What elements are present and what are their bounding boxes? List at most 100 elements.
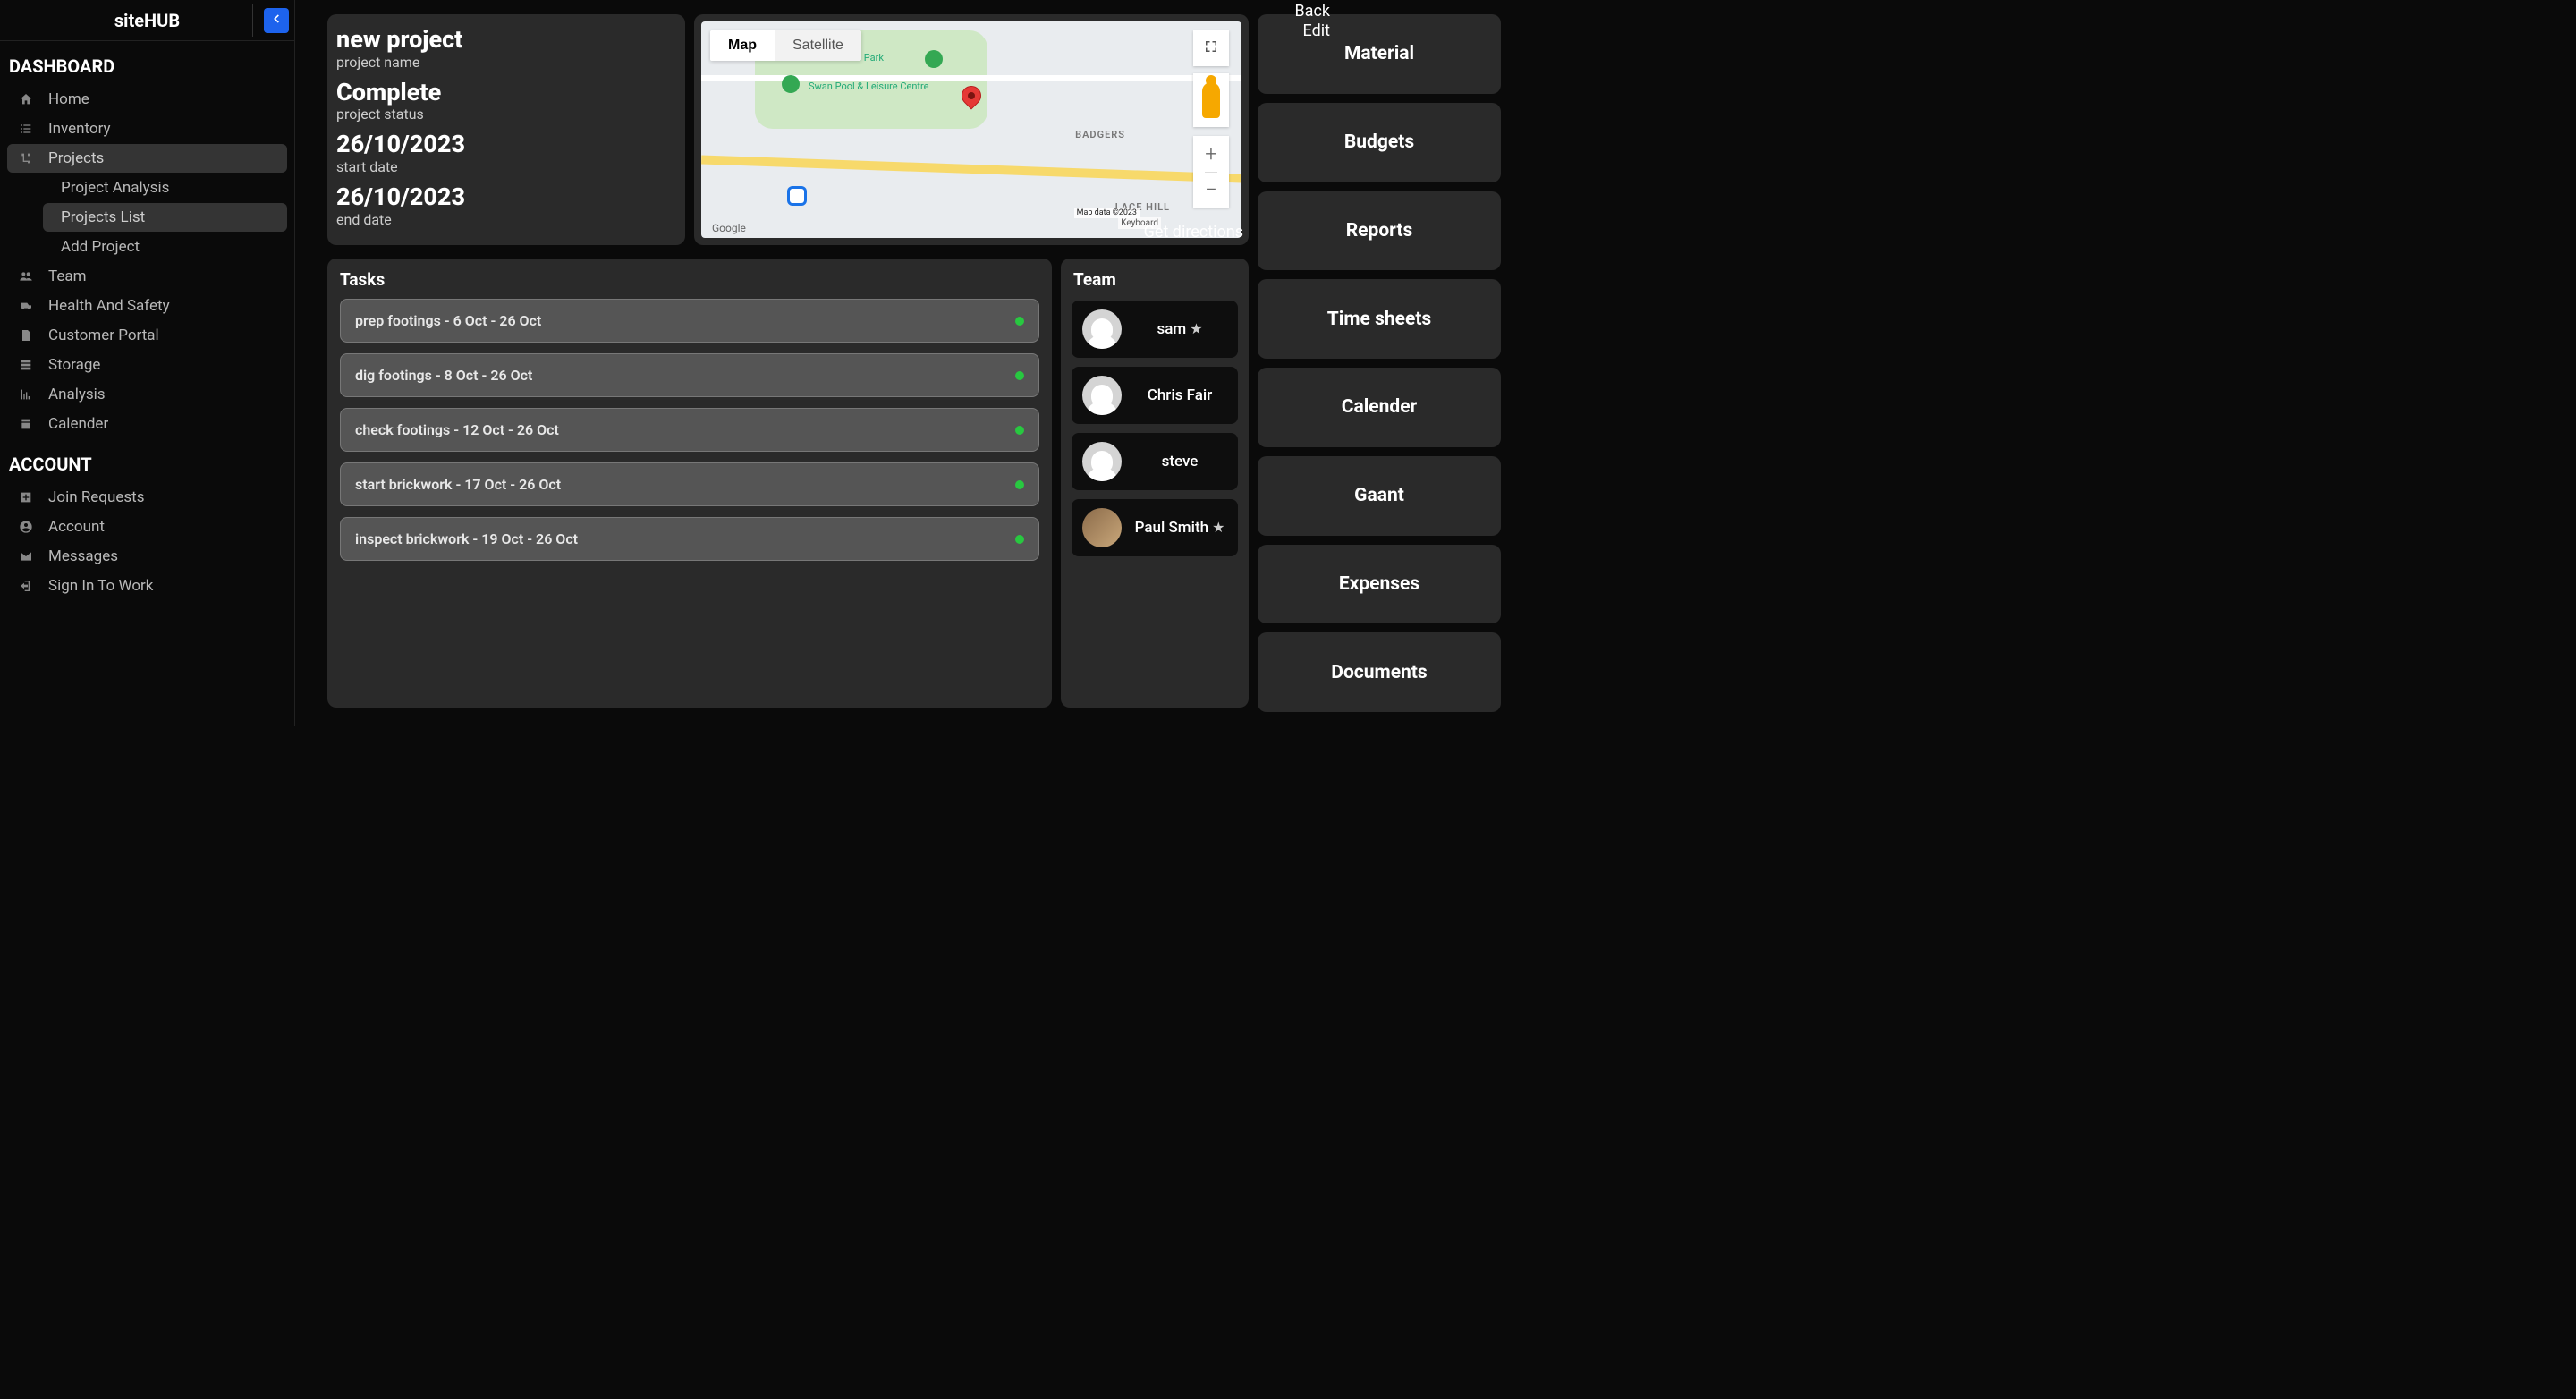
- map-zoom-out[interactable]: −: [1205, 173, 1217, 208]
- nav-label: Sign In To Work: [48, 577, 153, 595]
- budgets-button[interactable]: Budgets: [1258, 103, 1501, 182]
- avatar: [1082, 309, 1122, 349]
- team-member-row[interactable]: Paul Smith★: [1072, 499, 1238, 556]
- sidebar: siteHUB DASHBOARD Home Inventory Project…: [0, 0, 295, 726]
- fullscreen-icon: [1203, 38, 1219, 58]
- store-marker-icon: [787, 186, 807, 206]
- map-streetview-button[interactable]: [1193, 73, 1229, 127]
- map-type-switch: Map Satellite: [710, 30, 861, 61]
- task-list: prep footings - 6 Oct - 26 Oct dig footi…: [335, 299, 1045, 561]
- team-member-name: Paul Smith★: [1132, 519, 1227, 537]
- status-dot-icon: [1015, 426, 1024, 435]
- nav-team[interactable]: Team: [7, 262, 287, 291]
- calendar-icon: [16, 416, 36, 432]
- get-directions-link[interactable]: Get directions: [1144, 223, 1243, 242]
- branch-icon: [16, 150, 36, 166]
- nav-messages[interactable]: Messages: [7, 542, 287, 571]
- nav-inventory[interactable]: Inventory: [7, 114, 287, 143]
- map-canvas[interactable]: BADGERS LACE HILL Bourton Park Swan Pool…: [701, 21, 1241, 238]
- nav-analysis[interactable]: Analysis: [7, 380, 287, 409]
- dashboard-nav: Home Inventory Projects: [0, 85, 294, 173]
- home-icon: [16, 91, 36, 107]
- nav-label: Messages: [48, 547, 118, 565]
- nav-storage[interactable]: Storage: [7, 351, 287, 379]
- nav-label: Add Project: [61, 238, 140, 256]
- task-label: check footings - 12 Oct - 26 Oct: [355, 421, 559, 438]
- sidebar-header: siteHUB: [0, 0, 294, 41]
- timesheets-button[interactable]: Time sheets: [1258, 279, 1501, 359]
- nav-label: Analysis: [48, 386, 106, 403]
- task-row[interactable]: check footings - 12 Oct - 26 Oct: [340, 408, 1039, 452]
- task-row[interactable]: inspect brickwork - 19 Oct - 26 Oct: [340, 517, 1039, 561]
- nav-sign-in-to-work[interactable]: Sign In To Work: [7, 572, 287, 600]
- nav-label: Projects List: [61, 208, 145, 226]
- user-silhouette-icon: [1091, 385, 1113, 406]
- nav-calender[interactable]: Calender: [7, 410, 287, 438]
- map-zoom-control: + −: [1193, 136, 1229, 208]
- status-dot-icon: [1015, 535, 1024, 544]
- documents-button[interactable]: Documents: [1258, 632, 1501, 712]
- expenses-button[interactable]: Expenses: [1258, 545, 1501, 624]
- section-account-title: ACCOUNT: [0, 439, 294, 482]
- document-icon: [16, 327, 36, 343]
- task-row[interactable]: start brickwork - 17 Oct - 26 Oct: [340, 462, 1039, 506]
- reports-button[interactable]: Reports: [1258, 191, 1501, 271]
- project-start-date: 26/10/2023: [336, 131, 674, 158]
- nav-projects[interactable]: Projects: [7, 144, 287, 173]
- divider: [252, 4, 253, 37]
- calender-button[interactable]: Calender: [1258, 368, 1501, 447]
- nav-label: Team: [48, 267, 87, 285]
- top-actions: Back Edit: [1294, 2, 1330, 40]
- task-label: prep footings - 6 Oct - 26 Oct: [355, 312, 541, 329]
- map-type-satellite[interactable]: Satellite: [775, 30, 861, 61]
- list-icon: [16, 121, 36, 137]
- nav-health-safety[interactable]: Health And Safety: [7, 292, 287, 320]
- task-row[interactable]: dig footings - 8 Oct - 26 Oct: [340, 353, 1039, 397]
- dashboard-nav-2: Team Health And Safety Customer Portal S…: [0, 262, 294, 438]
- park-marker-icon: [925, 50, 943, 68]
- nav-label: Join Requests: [48, 488, 144, 506]
- project-info-card: new project project name Complete projec…: [327, 14, 685, 245]
- park-marker-icon: [782, 75, 800, 93]
- user-circle-icon: [16, 519, 36, 535]
- map-zoom-in[interactable]: +: [1205, 136, 1217, 173]
- nav-home[interactable]: Home: [7, 85, 287, 114]
- nav-join-requests[interactable]: Join Requests: [7, 483, 287, 512]
- team-member-row[interactable]: Chris Fair: [1072, 367, 1238, 424]
- team-list: sam★ Chris Fair steve Paul Smith★: [1068, 299, 1241, 558]
- nav-label: Project Analysis: [61, 179, 169, 197]
- section-dashboard-title: DASHBOARD: [0, 41, 294, 84]
- team-member-row[interactable]: sam★: [1072, 301, 1238, 358]
- map-google-logo: Google: [712, 222, 746, 234]
- gaant-button[interactable]: Gaant: [1258, 456, 1501, 536]
- project-status: Complete: [336, 80, 674, 106]
- collapse-sidebar-button[interactable]: [264, 8, 289, 33]
- nav-add-project[interactable]: Add Project: [43, 233, 287, 261]
- map-card: BADGERS LACE HILL Bourton Park Swan Pool…: [694, 14, 1249, 245]
- team-member-row[interactable]: steve: [1072, 433, 1238, 490]
- nav-customer-portal[interactable]: Customer Portal: [7, 321, 287, 350]
- nav-account[interactable]: Account: [7, 513, 287, 541]
- edit-link[interactable]: Edit: [1294, 21, 1330, 41]
- map-poi-label: Swan Pool & Leisure Centre: [809, 81, 928, 92]
- map-type-map[interactable]: Map: [710, 30, 775, 61]
- avatar: [1082, 508, 1122, 547]
- chart-icon: [16, 386, 36, 403]
- avatar: [1082, 376, 1122, 415]
- task-row[interactable]: prep footings - 6 Oct - 26 Oct: [340, 299, 1039, 343]
- map-fullscreen-button[interactable]: [1193, 30, 1229, 66]
- actions-column: Material Budgets Reports Time sheets Cal…: [1258, 14, 1501, 712]
- map-road: [701, 155, 1241, 182]
- team-member-name: sam★: [1132, 320, 1227, 338]
- project-start-label: start date: [336, 158, 674, 175]
- team-card: Team sam★ Chris Fair steve Paul Smith★: [1061, 259, 1249, 708]
- star-icon: ★: [1212, 519, 1224, 536]
- chevron-left-icon: [270, 12, 283, 29]
- nav-projects-list[interactable]: Projects List: [43, 203, 287, 232]
- nav-project-analysis[interactable]: Project Analysis: [43, 174, 287, 202]
- team-icon: [16, 268, 36, 284]
- nav-label: Customer Portal: [48, 326, 159, 344]
- back-link[interactable]: Back: [1294, 2, 1330, 21]
- project-end-date: 26/10/2023: [336, 184, 674, 211]
- tasks-card: Tasks prep footings - 6 Oct - 26 Oct dig…: [327, 259, 1052, 708]
